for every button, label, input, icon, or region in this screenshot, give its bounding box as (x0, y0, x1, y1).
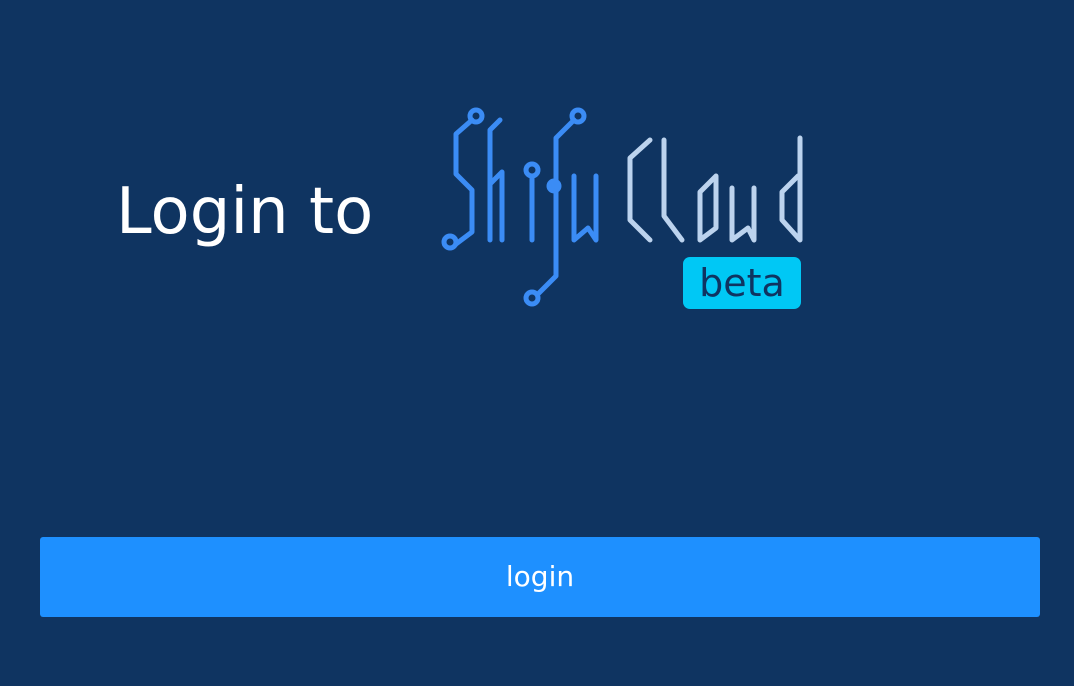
login-button[interactable]: login (40, 537, 1040, 617)
cloud-wordmark (627, 135, 803, 243)
beta-badge: beta (683, 257, 801, 309)
page-title: Login to (116, 175, 374, 249)
shifu-cloud-logo: beta (438, 104, 808, 314)
shifu-wordmark (441, 107, 599, 307)
login-page: Login to beta login (0, 0, 1074, 686)
